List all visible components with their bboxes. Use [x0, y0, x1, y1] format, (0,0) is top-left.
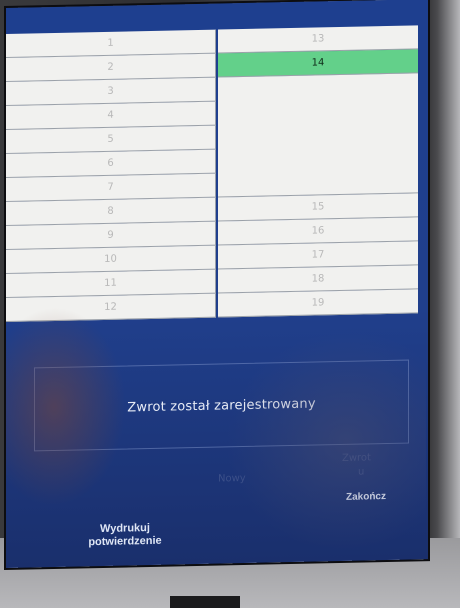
selection-cell-19[interactable]: 19	[218, 289, 418, 318]
status-message-box: Zwrot został zarejestrowany	[34, 359, 409, 452]
ghost-return-label-2: u	[358, 466, 365, 478]
receipt-slot	[170, 596, 240, 608]
right-selection-column: 13 14 15 16 17 18 19	[218, 25, 418, 318]
photo-stage: 1 2 3 4 5 6 7 8 9 10 11 12 13 14 15 16 1…	[0, 0, 460, 608]
print-confirmation-button[interactable]: Wydrukuj potwierdzenie	[70, 520, 180, 550]
finish-button[interactable]: Zakończ	[326, 490, 406, 505]
selection-cell-12[interactable]: 12	[6, 293, 216, 322]
status-message: Zwrot został zarejestrowany	[127, 396, 316, 415]
kiosk-screen: 1 2 3 4 5 6 7 8 9 10 11 12 13 14 15 16 1…	[6, 0, 428, 569]
left-selection-column: 1 2 3 4 5 6 7 8 9 10 11 12	[6, 29, 216, 322]
ghost-new-label: Nowy	[218, 472, 246, 485]
print-label-line2: potwierdzenie	[88, 534, 162, 548]
blank-area	[218, 73, 418, 198]
ghost-return-label: Zwrot	[342, 452, 371, 464]
print-label-line1: Wydrukuj	[100, 521, 150, 536]
